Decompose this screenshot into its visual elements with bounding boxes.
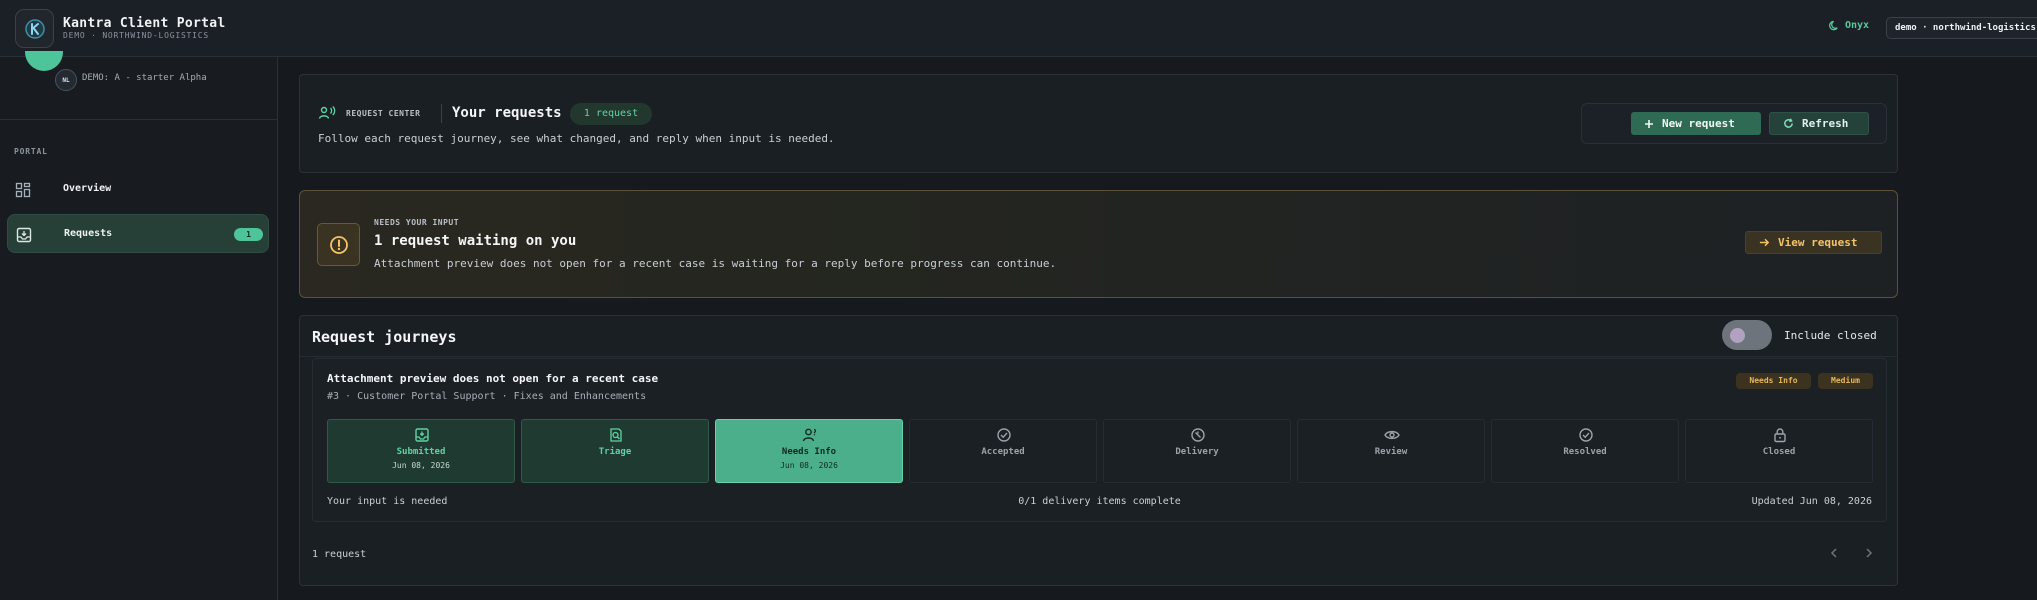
top-bar: Kantra Client Portal DEMO · NORTHWIND-LO… — [0, 0, 2037, 57]
new-request-button[interactable]: New request — [1631, 112, 1761, 135]
page-title: Your requests — [452, 105, 562, 121]
alert-circle-icon — [329, 235, 348, 254]
check-circle-icon — [997, 428, 1011, 442]
moon-icon — [1829, 20, 1838, 31]
sidebar-item-label: Overview — [63, 183, 112, 194]
step-name: Review — [1374, 447, 1408, 457]
next-page-button[interactable] — [1862, 546, 1878, 562]
alert-icon-box — [317, 223, 360, 266]
request-journey-item[interactable]: Attachment preview does not open for a r… — [312, 358, 1887, 522]
eye-icon — [1384, 430, 1400, 440]
step-name: Closed — [1762, 447, 1796, 457]
step-name: Needs Info — [781, 447, 837, 457]
step-date: Jun 08, 2026 — [392, 461, 450, 470]
check-circle-icon — [1579, 428, 1593, 442]
delivery-icon — [1191, 428, 1205, 442]
previous-page-button[interactable] — [1827, 546, 1843, 562]
request-count-pill: 1 request — [570, 103, 652, 125]
view-request-label: View request — [1778, 236, 1858, 249]
chevron-right-icon — [1866, 548, 1873, 558]
k-logo-icon — [24, 18, 45, 39]
user-question-icon — [802, 428, 817, 442]
avatar — [25, 51, 63, 71]
theme-switcher[interactable]: Onyx — [1829, 20, 1869, 31]
tenant-selector[interactable]: demo · northwind-logistics — [1886, 17, 2037, 39]
request-center-card: REQUEST CENTER Your requests 1 request F… — [299, 74, 1898, 173]
request-center-description: Follow each request journey, see what ch… — [318, 132, 835, 145]
include-closed-label: Include closed — [1784, 329, 1877, 342]
needs-input-card: NEEDS YOUR INPUT 1 request waiting on yo… — [299, 190, 1898, 298]
priority-badge: Medium — [1818, 373, 1873, 389]
dashboard-icon — [15, 182, 31, 198]
org-avatar: NL — [55, 69, 77, 91]
include-closed-toggle[interactable] — [1722, 320, 1772, 350]
journey-step-review: Review — [1297, 419, 1485, 483]
request-actions: New request Refresh — [1581, 103, 1887, 144]
refresh-icon — [1784, 118, 1793, 128]
search-doc-icon — [610, 428, 622, 442]
journey-step-needs-info: Needs Info Jun 08, 2026 — [715, 419, 903, 483]
journey-step-delivery: Delivery — [1103, 419, 1291, 483]
needs-input-description: Attachment preview does not open for a r… — [374, 257, 1057, 270]
sidebar: NL DEMO: A - starter Alpha PORTAL Overvi… — [0, 51, 278, 600]
journey-step-triage: Triage — [521, 419, 709, 483]
chevron-left-icon — [1830, 548, 1837, 558]
broadcast-user-icon — [318, 106, 336, 119]
step-date: Jun 08, 2026 — [780, 461, 838, 470]
journey-step-closed: Closed — [1685, 419, 1873, 483]
step-name: Delivery — [1175, 447, 1219, 457]
journey-step-submitted: Submitted Jun 08, 2026 — [327, 419, 515, 483]
step-name: Resolved — [1563, 447, 1607, 457]
status-badge: Needs Info — [1736, 373, 1811, 389]
journeys-count: 1 request — [312, 549, 367, 560]
sidebar-item-label: Requests — [64, 228, 113, 239]
sidebar-item-overview[interactable]: Overview — [7, 170, 269, 209]
refresh-button[interactable]: Refresh — [1769, 112, 1869, 135]
lock-icon — [1774, 428, 1786, 443]
arrow-right-icon — [1759, 238, 1770, 247]
plus-icon — [1645, 119, 1653, 128]
sidebar-section-label: PORTAL — [14, 147, 48, 156]
request-center-eyebrow: REQUEST CENTER — [346, 109, 421, 118]
journey-step-accepted: Accepted — [909, 419, 1097, 483]
request-title[interactable]: Attachment preview does not open for a r… — [327, 372, 658, 385]
step-name: Accepted — [981, 447, 1025, 457]
theme-label: Onyx — [1845, 20, 1870, 31]
app-logo[interactable] — [15, 9, 54, 48]
request-journeys-card: Request journeys Include closed Attachme… — [299, 315, 1898, 586]
app-subtitle: DEMO · NORTHWIND-LOGISTICS — [63, 31, 210, 40]
journeys-title: Request journeys — [312, 328, 457, 346]
sidebar-item-requests[interactable]: Requests 1 — [7, 214, 269, 253]
step-name: Triage — [598, 447, 632, 457]
inbox-icon — [415, 428, 429, 442]
sidebar-divider — [0, 119, 277, 120]
toggle-knob — [1730, 328, 1745, 343]
app-title: Kantra Client Portal — [63, 16, 226, 31]
org-name: DEMO: A - starter Alpha — [82, 73, 207, 83]
step-name: Submitted — [396, 447, 446, 457]
request-meta: #3 · Customer Portal Support · Fixes and… — [327, 391, 647, 402]
inbox-icon — [16, 227, 32, 243]
eyebrow-separator — [441, 104, 442, 123]
refresh-label: Refresh — [1802, 117, 1849, 130]
new-request-label: New request — [1662, 117, 1735, 130]
needs-input-eyebrow: NEEDS YOUR INPUT — [374, 218, 460, 227]
request-updated-date: Updated Jun 08, 2026 — [1751, 496, 1872, 507]
needs-input-title: 1 request waiting on you — [374, 233, 577, 249]
delivery-progress: 0/1 delivery items complete — [1018, 496, 1181, 507]
journey-step-resolved: Resolved — [1491, 419, 1679, 483]
view-request-button[interactable]: View request — [1745, 231, 1882, 254]
requests-count-badge: 1 — [234, 228, 263, 241]
journeys-divider — [300, 356, 1897, 357]
